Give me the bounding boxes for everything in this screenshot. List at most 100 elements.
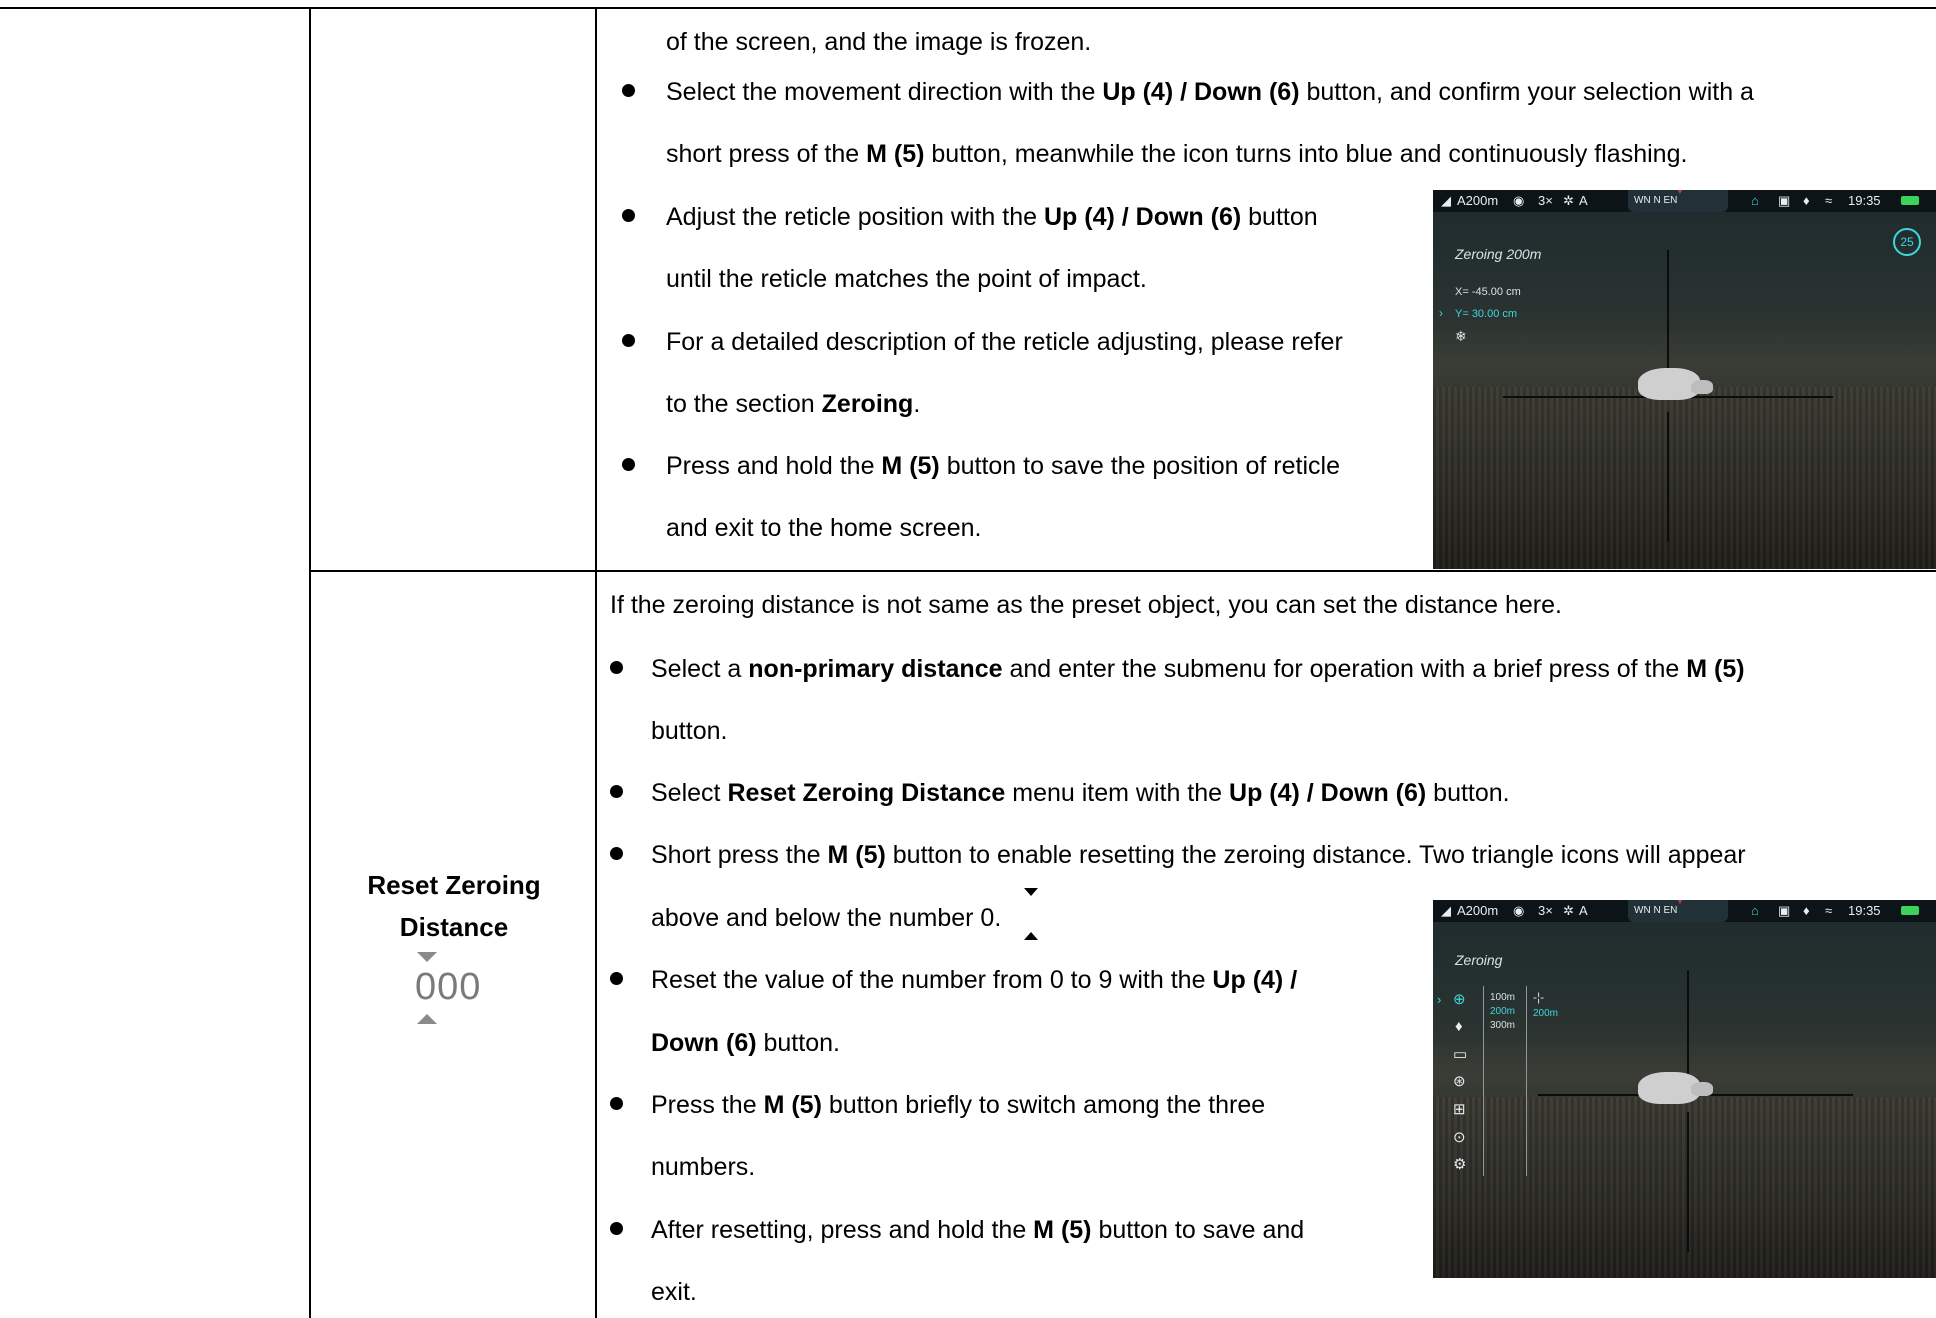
- intro-text: If the zeroing distance is not same as t…: [610, 591, 1562, 619]
- rangefinder-value: A200m: [1457, 193, 1499, 208]
- text-span: Reset the value of the number from 0 to …: [651, 966, 1213, 994]
- compass-menu-icon: ⊙: [1453, 1129, 1466, 1146]
- screen-title: Zeroing 200m: [1455, 246, 1542, 262]
- bold-text: non-primary distance: [748, 655, 1003, 683]
- selection-chevron-icon: ›: [1439, 306, 1443, 320]
- bullet-icon: [622, 84, 635, 97]
- boar-snout: [1691, 380, 1713, 394]
- compass-marker-icon: ▼: [1675, 190, 1685, 197]
- submenu-divider: [1483, 986, 1484, 1176]
- bullet-icon: [622, 334, 635, 347]
- top-bullet-line: to the section Zeroing.: [666, 389, 920, 419]
- text-span: to the section: [666, 390, 822, 418]
- bottom-bullet-line: Short press the M (5) button to enable r…: [651, 840, 1746, 870]
- text-span: button.: [651, 717, 728, 745]
- text-span: .: [913, 390, 921, 418]
- text-span: button.: [756, 1029, 840, 1057]
- bottom-bullet-line: exit.: [651, 1277, 697, 1307]
- compass-strip: WN N EN ▼: [1628, 190, 1728, 212]
- text-span: Adjust the reticle position with the: [666, 203, 1044, 231]
- bottom-bullet-line: Reset the value of the number from 0 to …: [651, 965, 1297, 995]
- boar-snout: [1691, 1082, 1713, 1096]
- mini-reticle-icon: -¦-: [1533, 990, 1545, 1004]
- table-top-border: [0, 7, 1936, 9]
- selected-distance-value: 200m: [1533, 1008, 1559, 1019]
- text-span: 0: [980, 904, 995, 932]
- compass-text: WN N EN: [1634, 195, 1678, 206]
- text-span: Select a: [651, 655, 749, 683]
- bottom-bullet-line: Select Reset Zeroing Distance menu item …: [651, 778, 1510, 808]
- bold-text: M (5): [1686, 655, 1745, 683]
- battery-icon: [1901, 906, 1919, 915]
- text-span: Press and hold the: [666, 452, 882, 480]
- text-span: and exit to the home screen.: [666, 514, 982, 542]
- zoom-value: 3×: [1538, 903, 1553, 918]
- distance-100: 100m: [1490, 992, 1516, 1003]
- time-value: 19:35: [1848, 193, 1881, 208]
- text-span: button to save the position of reticle: [939, 452, 1340, 480]
- bold-text: M (5): [763, 1091, 822, 1119]
- bold-text: M (5): [1033, 1216, 1092, 1244]
- bottom-bullet-line: Select a non-primary distance and enter …: [651, 654, 1745, 684]
- screen-ground: [1433, 387, 1936, 569]
- text-span: button to enable resetting the zeroing d…: [885, 841, 1746, 869]
- bottom-bullet-line: After resetting, press and hold the M (5…: [651, 1215, 1304, 1245]
- bullet-icon: [622, 209, 635, 222]
- bullet-icon: [610, 1222, 623, 1235]
- inline-triangle-up-icon: [1024, 932, 1038, 940]
- text-span: button to save and: [1091, 1216, 1305, 1244]
- reticle-vertical-bottom: [1687, 1112, 1689, 1252]
- mic-icon: ♦: [1803, 903, 1810, 918]
- bold-text: Up (4) / Down (6): [1043, 203, 1242, 231]
- rangefinder-value: A200m: [1457, 903, 1499, 918]
- bold-text: M (5): [881, 452, 940, 480]
- inline-triangle-down-icon: [1024, 888, 1038, 896]
- top-bullet-line: and exit to the home screen.: [666, 513, 981, 543]
- row-divider: [309, 570, 1936, 572]
- top-bullet-line: For a detailed description of the reticl…: [666, 327, 1343, 357]
- selection-chevron-icon: ›: [1437, 992, 1442, 1007]
- wifi-icon: ≈: [1825, 903, 1833, 918]
- settings-menu-icon: ⚙: [1453, 1156, 1467, 1173]
- compass-text: WN N EN: [1634, 905, 1678, 916]
- text-span: short press of the: [666, 140, 867, 168]
- bold-text: M (5): [866, 140, 925, 168]
- badge-circle: 25: [1893, 228, 1921, 256]
- bottom-bullet-line: button.: [651, 716, 727, 746]
- top-bullet-line: until the reticle matches the point of i…: [666, 264, 1147, 294]
- zoom-value: 3×: [1538, 193, 1553, 208]
- bullet-icon: [610, 661, 623, 674]
- reticle-menu-icon: ⊕: [1453, 991, 1466, 1008]
- battery-icon: [1901, 196, 1919, 205]
- bullet-icon: [622, 458, 635, 471]
- text-span: exit.: [651, 1278, 697, 1306]
- top-bullet-line: short press of the M (5) button, meanwhi…: [666, 139, 1687, 169]
- text-span: button briefly to switch among the three: [821, 1091, 1266, 1119]
- bottom-bullet-line: Down (6) button.: [651, 1028, 840, 1058]
- bold-text: Reset Zeroing Distance: [727, 779, 1006, 807]
- time-value: 19:35: [1848, 903, 1881, 918]
- distance-200: 200m: [1490, 1006, 1516, 1017]
- distance-300: 300m: [1490, 1020, 1516, 1031]
- text-span: Short press the: [651, 841, 828, 869]
- rangefinder-icon: ◢: [1441, 193, 1451, 208]
- text-span: Select: [651, 779, 728, 807]
- brightness-menu-icon: ⊛: [1453, 1073, 1466, 1090]
- column-divider-1: [309, 7, 311, 1318]
- eye-icon: ◉: [1513, 193, 1525, 208]
- bullet-icon: [610, 972, 623, 985]
- reticle-vertical-top: [1667, 250, 1669, 380]
- status-bar: ◢ A200m ◉ 3× ✲ A WN N EN ▼ ⌂ ▣ ♦ ≈ 19:35: [1433, 190, 1936, 212]
- text-span: button, and confirm your selection with …: [1299, 78, 1754, 106]
- submenu-divider-2: [1526, 986, 1527, 1176]
- rangefinder-icon: ◢: [1441, 903, 1451, 918]
- bold-text: M (5): [827, 841, 886, 869]
- row-label-line1: Reset Zeroing: [367, 870, 541, 900]
- x-offset-value: X= -45.00 cm: [1455, 286, 1521, 298]
- reticle-horizontal-right: [1703, 1094, 1853, 1096]
- top-bullet-line: Select the movement direction with the U…: [666, 77, 1754, 107]
- top-bullet-line: Adjust the reticle position with the Up …: [666, 202, 1318, 232]
- bottom-bullet-line: numbers.: [651, 1152, 755, 1182]
- text-span: After resetting, press and hold the: [651, 1216, 1034, 1244]
- bottom-bullet-line: Press the M (5) button briefly to switch…: [651, 1090, 1265, 1120]
